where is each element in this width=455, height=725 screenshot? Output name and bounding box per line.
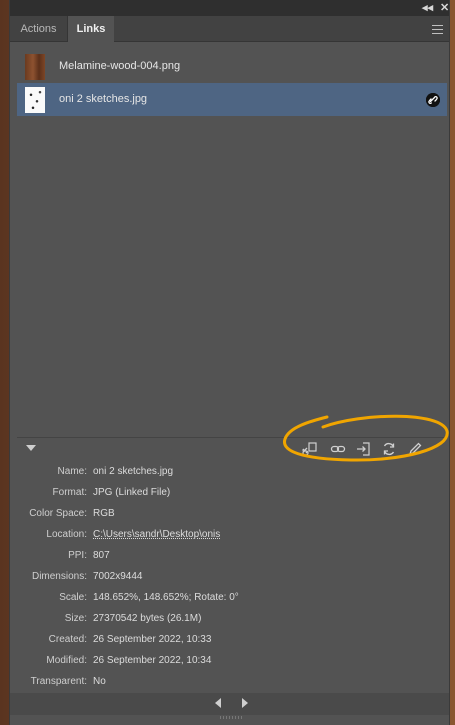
next-link-arrow-icon[interactable]: [242, 698, 248, 708]
info-value-scale: 148.652%, 148.652%; Rotate: 0°: [93, 592, 239, 603]
info-row-color-space: Color Space: RGB: [17, 503, 447, 524]
info-value-dimensions: 7002x9444: [93, 571, 143, 582]
thumbnail-image: [25, 87, 45, 113]
info-value-modified: 26 September 2022, 10:34: [93, 655, 212, 666]
info-row-name: Name: oni 2 sketches.jpg: [17, 461, 447, 482]
info-row-transparent: Transparent: No: [17, 671, 447, 692]
info-value-created: 26 September 2022, 10:33: [93, 634, 212, 645]
info-label: Size:: [64, 613, 87, 624]
info-label: Scale:: [59, 592, 87, 603]
info-row-created: Created: 26 September 2022, 10:33: [17, 629, 447, 650]
info-row-size: Size: 27370542 bytes (26.1M): [17, 608, 447, 629]
links-list: Melamine-wood-004.png oni 2 sketches.jpg: [17, 48, 447, 436]
info-label: Created:: [48, 634, 87, 645]
info-value-location-link[interactable]: C:\Users\sandr\Desktop\onis: [93, 524, 220, 545]
edit-original-icon[interactable]: [407, 441, 423, 457]
list-item[interactable]: Melamine-wood-004.png: [17, 50, 447, 83]
info-label: Transparent:: [30, 676, 87, 687]
info-row-location: Location: C:\Users\sandr\Desktop\onis: [17, 524, 447, 545]
close-panel-icon[interactable]: ✕: [440, 1, 449, 14]
info-label: Format:: [52, 487, 87, 498]
collapse-panel-icon[interactable]: ◂◂: [422, 1, 433, 14]
previous-link-arrow-icon[interactable]: [215, 698, 221, 708]
update-link-icon[interactable]: [381, 441, 397, 457]
link-info-panel: Name: oni 2 sketches.jpg Format: JPG (Li…: [17, 461, 447, 692]
info-row-format: Format: JPG (Linked File): [17, 482, 447, 503]
tab-links[interactable]: Links: [68, 16, 114, 42]
info-value-format: JPG (Linked File): [93, 487, 171, 498]
link-filename: Melamine-wood-004.png: [59, 60, 181, 72]
relink-icon[interactable]: [330, 441, 346, 457]
resize-grip-icon[interactable]: [220, 716, 242, 719]
info-row-ppi: PPI: 807: [17, 545, 447, 566]
thumbnail-image: [25, 54, 45, 80]
info-navigation-bar: [10, 693, 449, 715]
info-value-size: 27370542 bytes (26.1M): [93, 613, 202, 624]
list-item[interactable]: oni 2 sketches.jpg: [17, 83, 447, 116]
info-label: Name:: [57, 466, 87, 477]
panel-menu-icon[interactable]: [432, 25, 443, 34]
info-row-dimensions: Dimensions: 7002x9444: [17, 566, 447, 587]
info-label: Color Space:: [29, 508, 87, 519]
info-value-color-space: RGB: [93, 508, 115, 519]
link-filename: oni 2 sketches.jpg: [59, 93, 148, 105]
info-row-modified: Modified: 26 September 2022, 10:34: [17, 650, 447, 671]
info-row-scale: Scale: 148.652%, 148.652%; Rotate: 0°: [17, 587, 447, 608]
info-value-transparent: No: [93, 676, 106, 687]
tab-actions[interactable]: Actions: [10, 16, 68, 42]
go-to-link-icon[interactable]: [356, 441, 372, 457]
panel-tab-bar: Actions Links: [10, 16, 449, 42]
linked-file-icon: [426, 93, 440, 107]
info-value-ppi: 807: [93, 550, 110, 561]
show-link-info-toggle[interactable]: [26, 445, 36, 451]
info-label: PPI:: [68, 550, 87, 561]
info-label: Location:: [46, 529, 87, 540]
links-toolbar: [17, 438, 447, 460]
info-value-name: oni 2 sketches.jpg: [93, 466, 174, 477]
relink-from-cc-libraries-icon[interactable]: [301, 441, 317, 457]
info-label: Dimensions:: [31, 571, 87, 582]
links-panel: ◂◂ ✕ Actions Links Melamine-wood-004.png…: [9, 0, 450, 725]
info-label: Modified:: [46, 655, 87, 666]
panel-title-bar: ◂◂ ✕: [10, 0, 449, 16]
